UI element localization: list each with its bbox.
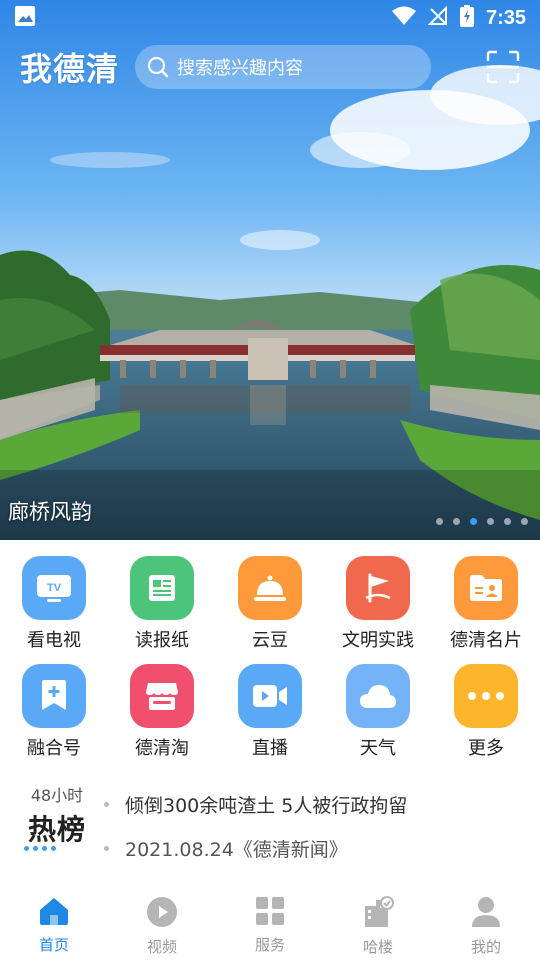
wifi-icon (391, 6, 416, 30)
header: 我德清 搜索感兴趣内容 (0, 42, 540, 92)
grid-label: 德清名片 (450, 630, 522, 651)
nav-item-service[interactable]: 服务 (216, 880, 324, 960)
store-icon (130, 664, 194, 728)
newspaper-icon (130, 556, 194, 620)
service-grid: TV 看电视 读报纸 云豆 文明实践 德清名片 融合号 德清淘 直播 天气 更多 (0, 556, 540, 760)
hot-list-section[interactable]: 48小时 热榜 倾倒300余吨渣土 5人被行政拘留 2021.08.24《德清新… (0, 778, 540, 861)
hot-news-source[interactable]: 2021.08.24《德清新闻》 (104, 834, 524, 862)
bullet (104, 845, 109, 851)
grid-item-tv[interactable]: TV 看电视 (0, 556, 108, 652)
search-bar[interactable]: 搜索感兴趣内容 (135, 45, 432, 89)
bottom-nav: 首页 视频 服务 哈楼 我的 (0, 880, 540, 960)
grid-label: 文明实践 (342, 630, 414, 651)
bookmark-plus-icon (22, 664, 86, 728)
grid-label: 云豆 (252, 630, 288, 651)
nav-label: 哈楼 (362, 938, 393, 956)
user-icon (471, 896, 501, 932)
carousel-indicator (436, 518, 528, 525)
grid-item-more[interactable]: 更多 (432, 664, 540, 760)
id-card-folder-icon (454, 556, 518, 620)
carousel-dot-active[interactable] (470, 518, 477, 525)
nav-label: 首页 (38, 936, 69, 954)
carousel-dot[interactable] (453, 518, 460, 525)
grid-label: 更多 (468, 738, 504, 759)
headline-text: 倾倒300余吨渣土 5人被行政拘留 (125, 794, 408, 817)
grid-label: 天气 (360, 738, 396, 759)
app-logo: 我德清 (20, 50, 120, 88)
service-bell-icon (238, 556, 302, 620)
grid-item-weather[interactable]: 天气 (324, 664, 432, 760)
carousel-dot[interactable] (436, 518, 443, 525)
grid-label: 看电视 (27, 630, 81, 651)
grid-item-namecard[interactable]: 德清名片 (432, 556, 540, 652)
grid-label: 读报纸 (135, 630, 189, 651)
building-icon (362, 896, 394, 932)
battery-charging-icon (459, 5, 474, 31)
play-icon (146, 896, 178, 932)
video-camera-icon (238, 664, 302, 728)
no-signal-icon (427, 5, 448, 30)
home-icon (38, 896, 70, 930)
nav-label: 我的 (470, 938, 501, 956)
nav-label: 服务 (254, 936, 285, 954)
banner-caption: 廊桥风韵 (8, 500, 92, 524)
search-placeholder: 搜索感兴趣内容 (177, 58, 304, 79)
cloud-icon (346, 664, 410, 728)
hot-news-headline[interactable]: 倾倒300余吨渣土 5人被行政拘留 (104, 790, 524, 818)
search-icon (147, 56, 169, 78)
carousel-dot[interactable] (504, 518, 511, 525)
grid-label: 德清淘 (135, 738, 189, 759)
grid-item-civilization[interactable]: 文明实践 (324, 556, 432, 652)
nav-item-video[interactable]: 视频 (108, 880, 216, 960)
hot-news-ticker[interactable]: 倾倒300余吨渣土 5人被行政拘留 2021.08.24《德清新闻》 (104, 790, 524, 862)
tv-icon: TV (22, 556, 86, 620)
grid-icon (255, 896, 285, 930)
carousel-dot[interactable] (521, 518, 528, 525)
carousel-dot[interactable] (487, 518, 494, 525)
grid-label: 融合号 (27, 738, 81, 759)
more-dots-icon (454, 664, 518, 728)
status-bar: 7:35 (0, 0, 540, 36)
grid-item-live[interactable]: 直播 (216, 664, 324, 760)
grid-label: 直播 (252, 738, 288, 759)
nav-item-mine[interactable]: 我的 (432, 880, 540, 960)
nav-item-home[interactable]: 首页 (0, 880, 108, 960)
flag-icon (346, 556, 410, 620)
grid-item-newspaper[interactable]: 读报纸 (108, 556, 216, 652)
scan-icon[interactable] (486, 50, 520, 84)
banner-carousel[interactable]: 7:35 我德清 搜索感兴趣内容 廊桥风韵 (0, 0, 540, 540)
image-notification-icon (14, 5, 36, 31)
nav-item-halou[interactable]: 哈楼 (324, 880, 432, 960)
source-text: 2021.08.24《德清新闻》 (125, 838, 348, 861)
svg-text:TV: TV (47, 582, 62, 594)
status-time: 7:35 (485, 6, 526, 29)
hot-title: 热榜 (27, 813, 86, 846)
bullet (104, 801, 109, 807)
grid-item-rongheHao[interactable]: 融合号 (0, 664, 108, 760)
hot-badge: 48小时 热榜 (22, 782, 92, 851)
grid-item-shop[interactable]: 德清淘 (108, 664, 216, 760)
grid-item-yundou[interactable]: 云豆 (216, 556, 324, 652)
nav-label: 视频 (146, 938, 177, 956)
hot-subtitle: 48小时 (30, 786, 84, 805)
